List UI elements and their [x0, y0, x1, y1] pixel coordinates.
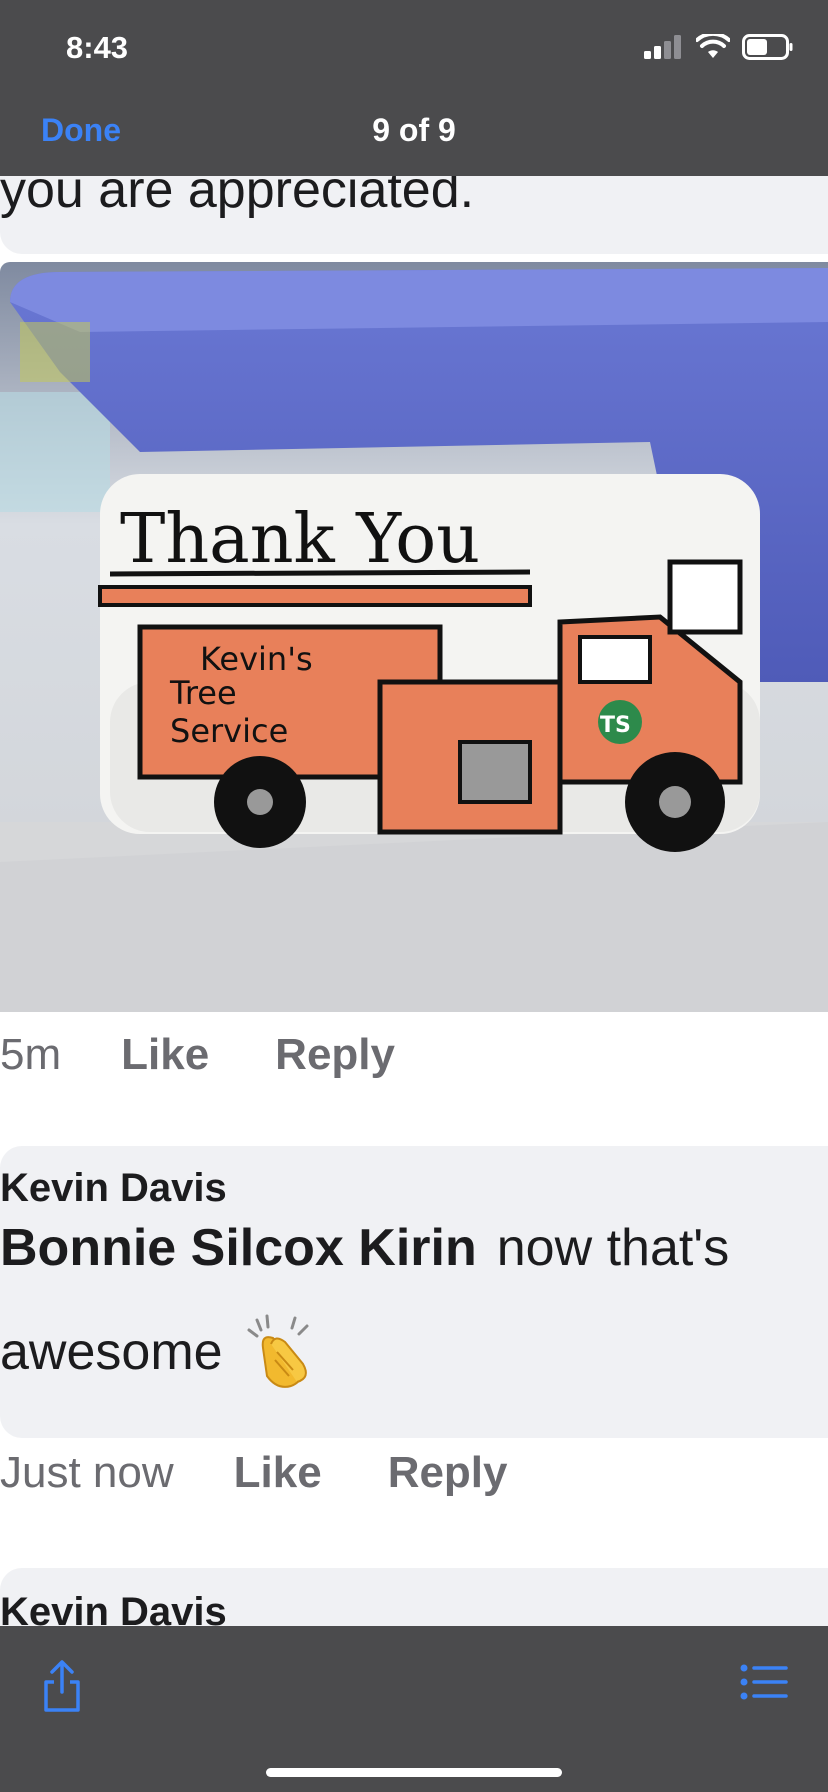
comment-actions: Just now Like Reply — [0, 1448, 574, 1498]
comment-text-start: now that's — [496, 1219, 730, 1277]
bottom-toolbar — [0, 1626, 828, 1792]
painted-rock-image: Thank You TS Kevin's Tree Service — [0, 262, 828, 1012]
comment-like-button[interactable]: Like — [234, 1448, 322, 1498]
rock-line3: Service — [170, 712, 288, 750]
battery-icon — [742, 34, 793, 60]
home-indicator[interactable] — [266, 1768, 562, 1777]
comment-timestamp: Just now — [0, 1448, 174, 1497]
signal-icon — [644, 35, 681, 59]
share-button[interactable] — [40, 1658, 84, 1719]
post-actions: 5m Like Reply — [0, 1030, 461, 1080]
list-button[interactable] — [740, 1662, 788, 1707]
comment-mention[interactable]: Bonnie Silcox Kirin — [0, 1219, 477, 1277]
rock-line1: Kevin's — [200, 640, 313, 678]
list-icon — [740, 1664, 788, 1700]
comment-body-line2: awesome — [0, 1314, 317, 1390]
wifi-icon — [696, 34, 730, 58]
comment-body-line1: Bonnie Silcox Kirin now that's — [0, 1218, 729, 1278]
next-comment-bubble: Kevin Davis — [0, 1568, 828, 1626]
next-comment-author[interactable]: Kevin Davis — [0, 1590, 227, 1626]
rock-line2: Tree — [169, 674, 237, 712]
comment-text-end: awesome — [0, 1323, 223, 1381]
share-icon — [44, 1660, 80, 1712]
truck-logo-text: TS — [600, 713, 631, 738]
clapping-hands-icon — [247, 1314, 309, 1388]
photo-counter: 9 of 9 — [372, 112, 456, 148]
post-like-button[interactable]: Like — [121, 1030, 209, 1080]
comment-reply-button[interactable]: Reply — [388, 1448, 508, 1498]
post-caption-bubble: you are appreciated. — [0, 176, 828, 254]
comment-bubble: Kevin Davis Bonnie Silcox Kirin now that'… — [0, 1146, 828, 1438]
post-photo[interactable]: Thank You TS Kevin's Tree Service — [0, 262, 828, 1012]
post-caption-text: you are appreciated. — [0, 176, 475, 219]
top-bar: 8:43 Done 9 of 9 — [0, 0, 828, 176]
comment-thread[interactable]: you are appreciated. Thank You TS Kevin'… — [0, 176, 828, 1626]
comment-author[interactable]: Kevin Davis — [0, 1166, 227, 1211]
post-reply-button[interactable]: Reply — [275, 1030, 395, 1080]
status-time: 8:43 — [66, 30, 129, 65]
post-timestamp: 5m — [0, 1030, 62, 1079]
status-icons — [644, 34, 794, 60]
rock-headline: Thank You — [120, 500, 480, 579]
